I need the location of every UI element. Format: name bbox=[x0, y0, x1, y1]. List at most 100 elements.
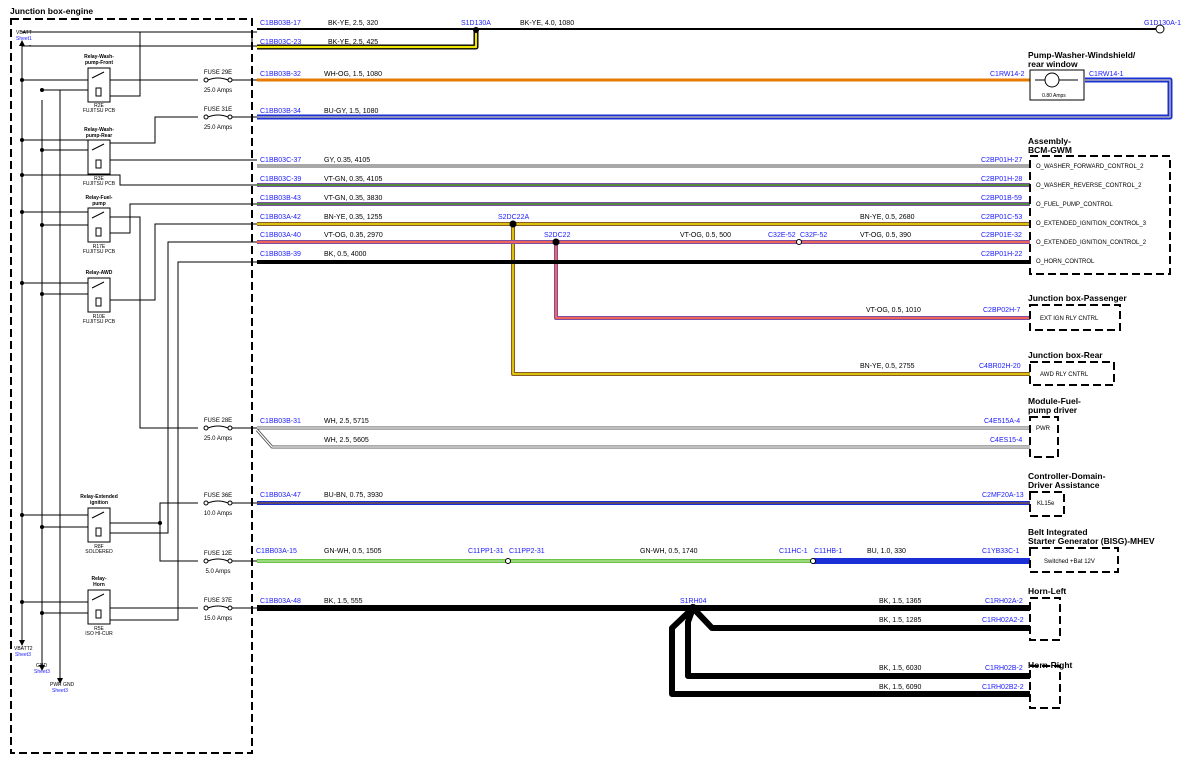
connector-from[interactable]: C1BB03B-17 bbox=[260, 20, 301, 27]
fuse-29e[interactable]: FUSE 29E 25.0 Amps bbox=[203, 70, 257, 94]
splice-label[interactable]: S2DC22A bbox=[498, 214, 529, 221]
svg-text:BCM-GWM: BCM-GWM bbox=[1028, 145, 1072, 155]
inline-connector[interactable]: C11PP1-31 bbox=[468, 548, 504, 555]
splice-label[interactable]: S1RH04 bbox=[680, 598, 707, 605]
component-horn-right[interactable]: Horn-Right bbox=[1028, 660, 1073, 709]
connector-from[interactable]: C1BB03C-23 bbox=[260, 39, 301, 46]
component-controller-driver-assistance[interactable]: Controller-Domain- Driver Assistance KL1… bbox=[1028, 471, 1106, 517]
svg-text:FUSE 37E: FUSE 37E bbox=[204, 598, 232, 604]
gnd-sheet[interactable]: Sheet3 bbox=[34, 669, 50, 675]
wire-spec: BK-YE, 2.5, 320 bbox=[328, 20, 378, 27]
wire-spec: VT-OG, 0.5, 1010 bbox=[866, 307, 921, 314]
connector-from[interactable]: C1BB03A-48 bbox=[260, 598, 301, 605]
wire-bk-horn-right-1[interactable] bbox=[685, 606, 1030, 679]
fuse-28e[interactable]: FUSE 28E 25.0 Amps bbox=[203, 418, 257, 442]
fuse-37e[interactable]: FUSE 37E 15.0 Amps bbox=[203, 598, 257, 622]
svg-text:FUJITSU PCB: FUJITSU PCB bbox=[83, 319, 116, 325]
fuse-36e[interactable]: FUSE 36E 10.0 Amps bbox=[203, 493, 257, 517]
svg-text:0.80 Amps: 0.80 Amps bbox=[1042, 93, 1066, 99]
svg-text:FUSE 28E: FUSE 28E bbox=[204, 418, 232, 424]
svg-text:EXT IGN RLY CNTRL: EXT IGN RLY CNTRL bbox=[1040, 316, 1099, 322]
wire-spec: GN-WH, 0.5, 1740 bbox=[640, 548, 698, 555]
component-bcm[interactable]: Assembly- BCM-GWM O_WASHER_FORWARD_CONTR… bbox=[1028, 136, 1171, 275]
component-bisg[interactable]: Belt Integrated Starter Generator (BISG)… bbox=[1028, 527, 1155, 573]
component-jb-passenger[interactable]: Junction box-Passenger EXT IGN RLY CNTRL bbox=[1028, 293, 1127, 331]
svg-text:AWD RLY CNTRL: AWD RLY CNTRL bbox=[1040, 372, 1089, 378]
svg-text:O_FUEL_PUMP_CONTROL: O_FUEL_PUMP_CONTROL bbox=[1036, 202, 1113, 208]
connector-to[interactable]: C2BP01B-59 bbox=[981, 195, 1022, 202]
connector-to[interactable]: C2BP01H-27 bbox=[981, 157, 1022, 164]
connector-to[interactable]: C2BP01H-28 bbox=[981, 176, 1022, 183]
connector-to[interactable]: C1RH02B-2 bbox=[985, 665, 1023, 672]
splice-label[interactable]: S1D130A bbox=[461, 20, 491, 27]
splice-label[interactable]: S2DC22 bbox=[544, 232, 571, 239]
connector-from[interactable]: C1BB03B-32 bbox=[260, 71, 301, 78]
wire-bn-ye-jb-rear[interactable] bbox=[511, 224, 1030, 376]
connector-from[interactable]: C1BB03B-39 bbox=[260, 251, 301, 258]
connector-from[interactable]: C1BB03A-15 bbox=[256, 548, 297, 555]
svg-text:Junction box-Rear: Junction box-Rear bbox=[1028, 350, 1103, 360]
svg-text:Junction box-Passenger: Junction box-Passenger bbox=[1028, 293, 1127, 303]
svg-text:Switched +Bat 12V: Switched +Bat 12V bbox=[1044, 559, 1095, 565]
vbatt-sheet[interactable]: Sheet1 bbox=[16, 36, 32, 42]
connector-to[interactable]: C1YB33C-1 bbox=[982, 548, 1019, 555]
wire-spec: VT-OG, 0.5, 390 bbox=[860, 232, 911, 239]
connector-to[interactable]: C1RH02A2-2 bbox=[982, 617, 1024, 624]
svg-text:pump driver: pump driver bbox=[1028, 405, 1078, 415]
junction-box-engine: Junction box-engine VBATT Sheet1 VBATT2 … bbox=[10, 6, 257, 754]
connector-from[interactable]: C1BB03C-37 bbox=[260, 157, 301, 164]
wire-spec: BK, 1.5, 6090 bbox=[879, 684, 922, 691]
connector-to[interactable]: C4E515A-4 bbox=[984, 418, 1020, 425]
inline-connector[interactable]: C11HB-1 bbox=[814, 548, 842, 555]
relay-wash-front[interactable]: Relay-Wash- pump-Front R2E FUJITSU PCB bbox=[83, 54, 116, 114]
relay-wash-rear[interactable]: Relay-Wash- pump-Rear R3E FUJITSU PCB bbox=[83, 127, 116, 187]
wire-spec: BN-YE, 0.35, 1255 bbox=[324, 214, 382, 221]
svg-text:ISO HI-CUR: ISO HI-CUR bbox=[85, 631, 113, 637]
connector-to[interactable]: C2BP02H-7 bbox=[983, 307, 1020, 314]
wire-bk-horn-right-2[interactable] bbox=[669, 605, 1030, 697]
connector-from[interactable]: C1BB03B-31 bbox=[260, 418, 301, 425]
connector-to[interactable]: C1RW14-1 bbox=[1089, 71, 1124, 78]
connector-from[interactable]: C1BB03A-47 bbox=[260, 492, 301, 499]
component-horn-left[interactable]: Horn-Left bbox=[1028, 586, 1066, 641]
wire-spec: BK, 1.5, 555 bbox=[324, 598, 363, 605]
vbatt2-sheet[interactable]: Sheet3 bbox=[15, 652, 31, 658]
connector-to[interactable]: C1RH02A-2 bbox=[985, 598, 1023, 605]
connector-from[interactable]: C1BB03B-43 bbox=[260, 195, 301, 202]
connector-to[interactable]: C2MF20A-13 bbox=[982, 492, 1024, 499]
wire-wh-fuel-pump-es15[interactable] bbox=[255, 429, 1030, 449]
motor-icon bbox=[1044, 72, 1060, 88]
pwr-gnd-sheet[interactable]: Sheet3 bbox=[52, 688, 68, 694]
relay-fuel-pump[interactable]: Relay-Fuel- pump R17E FUJITSU PCB bbox=[83, 195, 116, 255]
connector-from[interactable]: C1BB03A-42 bbox=[260, 214, 301, 221]
inline-connector[interactable]: C11HC-1 bbox=[779, 548, 808, 555]
connector-to[interactable]: C4BR02H-20 bbox=[979, 363, 1021, 370]
connector-to[interactable]: C2BP01C-53 bbox=[981, 214, 1022, 221]
relay-extended-ignition[interactable]: Relay-Extended ignition R8F SOLDERED bbox=[80, 494, 118, 555]
svg-text:O_WASHER_REVERSE_CONTROL_2: O_WASHER_REVERSE_CONTROL_2 bbox=[1036, 183, 1142, 189]
component-jb-rear[interactable]: Junction box-Rear AWD RLY CNTRL bbox=[1028, 350, 1115, 386]
wire-spec: BU-GY, 1.5, 1080 bbox=[324, 108, 378, 115]
relay-horn[interactable]: Relay- Horn R5E ISO HI-CUR bbox=[85, 576, 113, 637]
ground-terminal-icon bbox=[1155, 24, 1165, 34]
connector-from[interactable]: C1BB03C-39 bbox=[260, 176, 301, 183]
connector-to[interactable]: C2BP01E-32 bbox=[981, 232, 1022, 239]
connector-from[interactable]: C1BB03A-40 bbox=[260, 232, 301, 239]
wire-vt-og-jb-passenger[interactable] bbox=[554, 242, 1030, 320]
svg-text:FUSE 29E: FUSE 29E bbox=[204, 70, 232, 76]
fuse-12e[interactable]: FUSE 12E 5.0 Amps bbox=[203, 551, 257, 575]
inline-connector[interactable]: C32F-52 bbox=[800, 232, 827, 239]
svg-text:O_EXTENDED_IGNITION_CONTROL_2: O_EXTENDED_IGNITION_CONTROL_2 bbox=[1036, 240, 1147, 246]
connector-from[interactable]: C1BB03B-34 bbox=[260, 108, 301, 115]
connector-to[interactable]: C1RH02B2-2 bbox=[982, 684, 1024, 691]
svg-text:FUSE 36E: FUSE 36E bbox=[204, 493, 232, 499]
connector-to[interactable]: C4ES15-4 bbox=[990, 437, 1022, 444]
fuse-31e[interactable]: FUSE 31E 25.0 Amps bbox=[203, 107, 257, 131]
connector-to[interactable]: C2BP01H-22 bbox=[981, 251, 1022, 258]
inline-connector[interactable]: C11PP2-31 bbox=[509, 548, 545, 555]
component-fuel-pump-driver[interactable]: Module-Fuel- pump driver PWR bbox=[1028, 396, 1081, 458]
wire-spec: VT-OG, 0.5, 500 bbox=[680, 232, 731, 239]
svg-text:ignition: ignition bbox=[90, 500, 108, 506]
inline-connector[interactable]: C32E-52 bbox=[768, 232, 796, 239]
connector-to[interactable]: C1RW14-2 bbox=[990, 71, 1025, 78]
